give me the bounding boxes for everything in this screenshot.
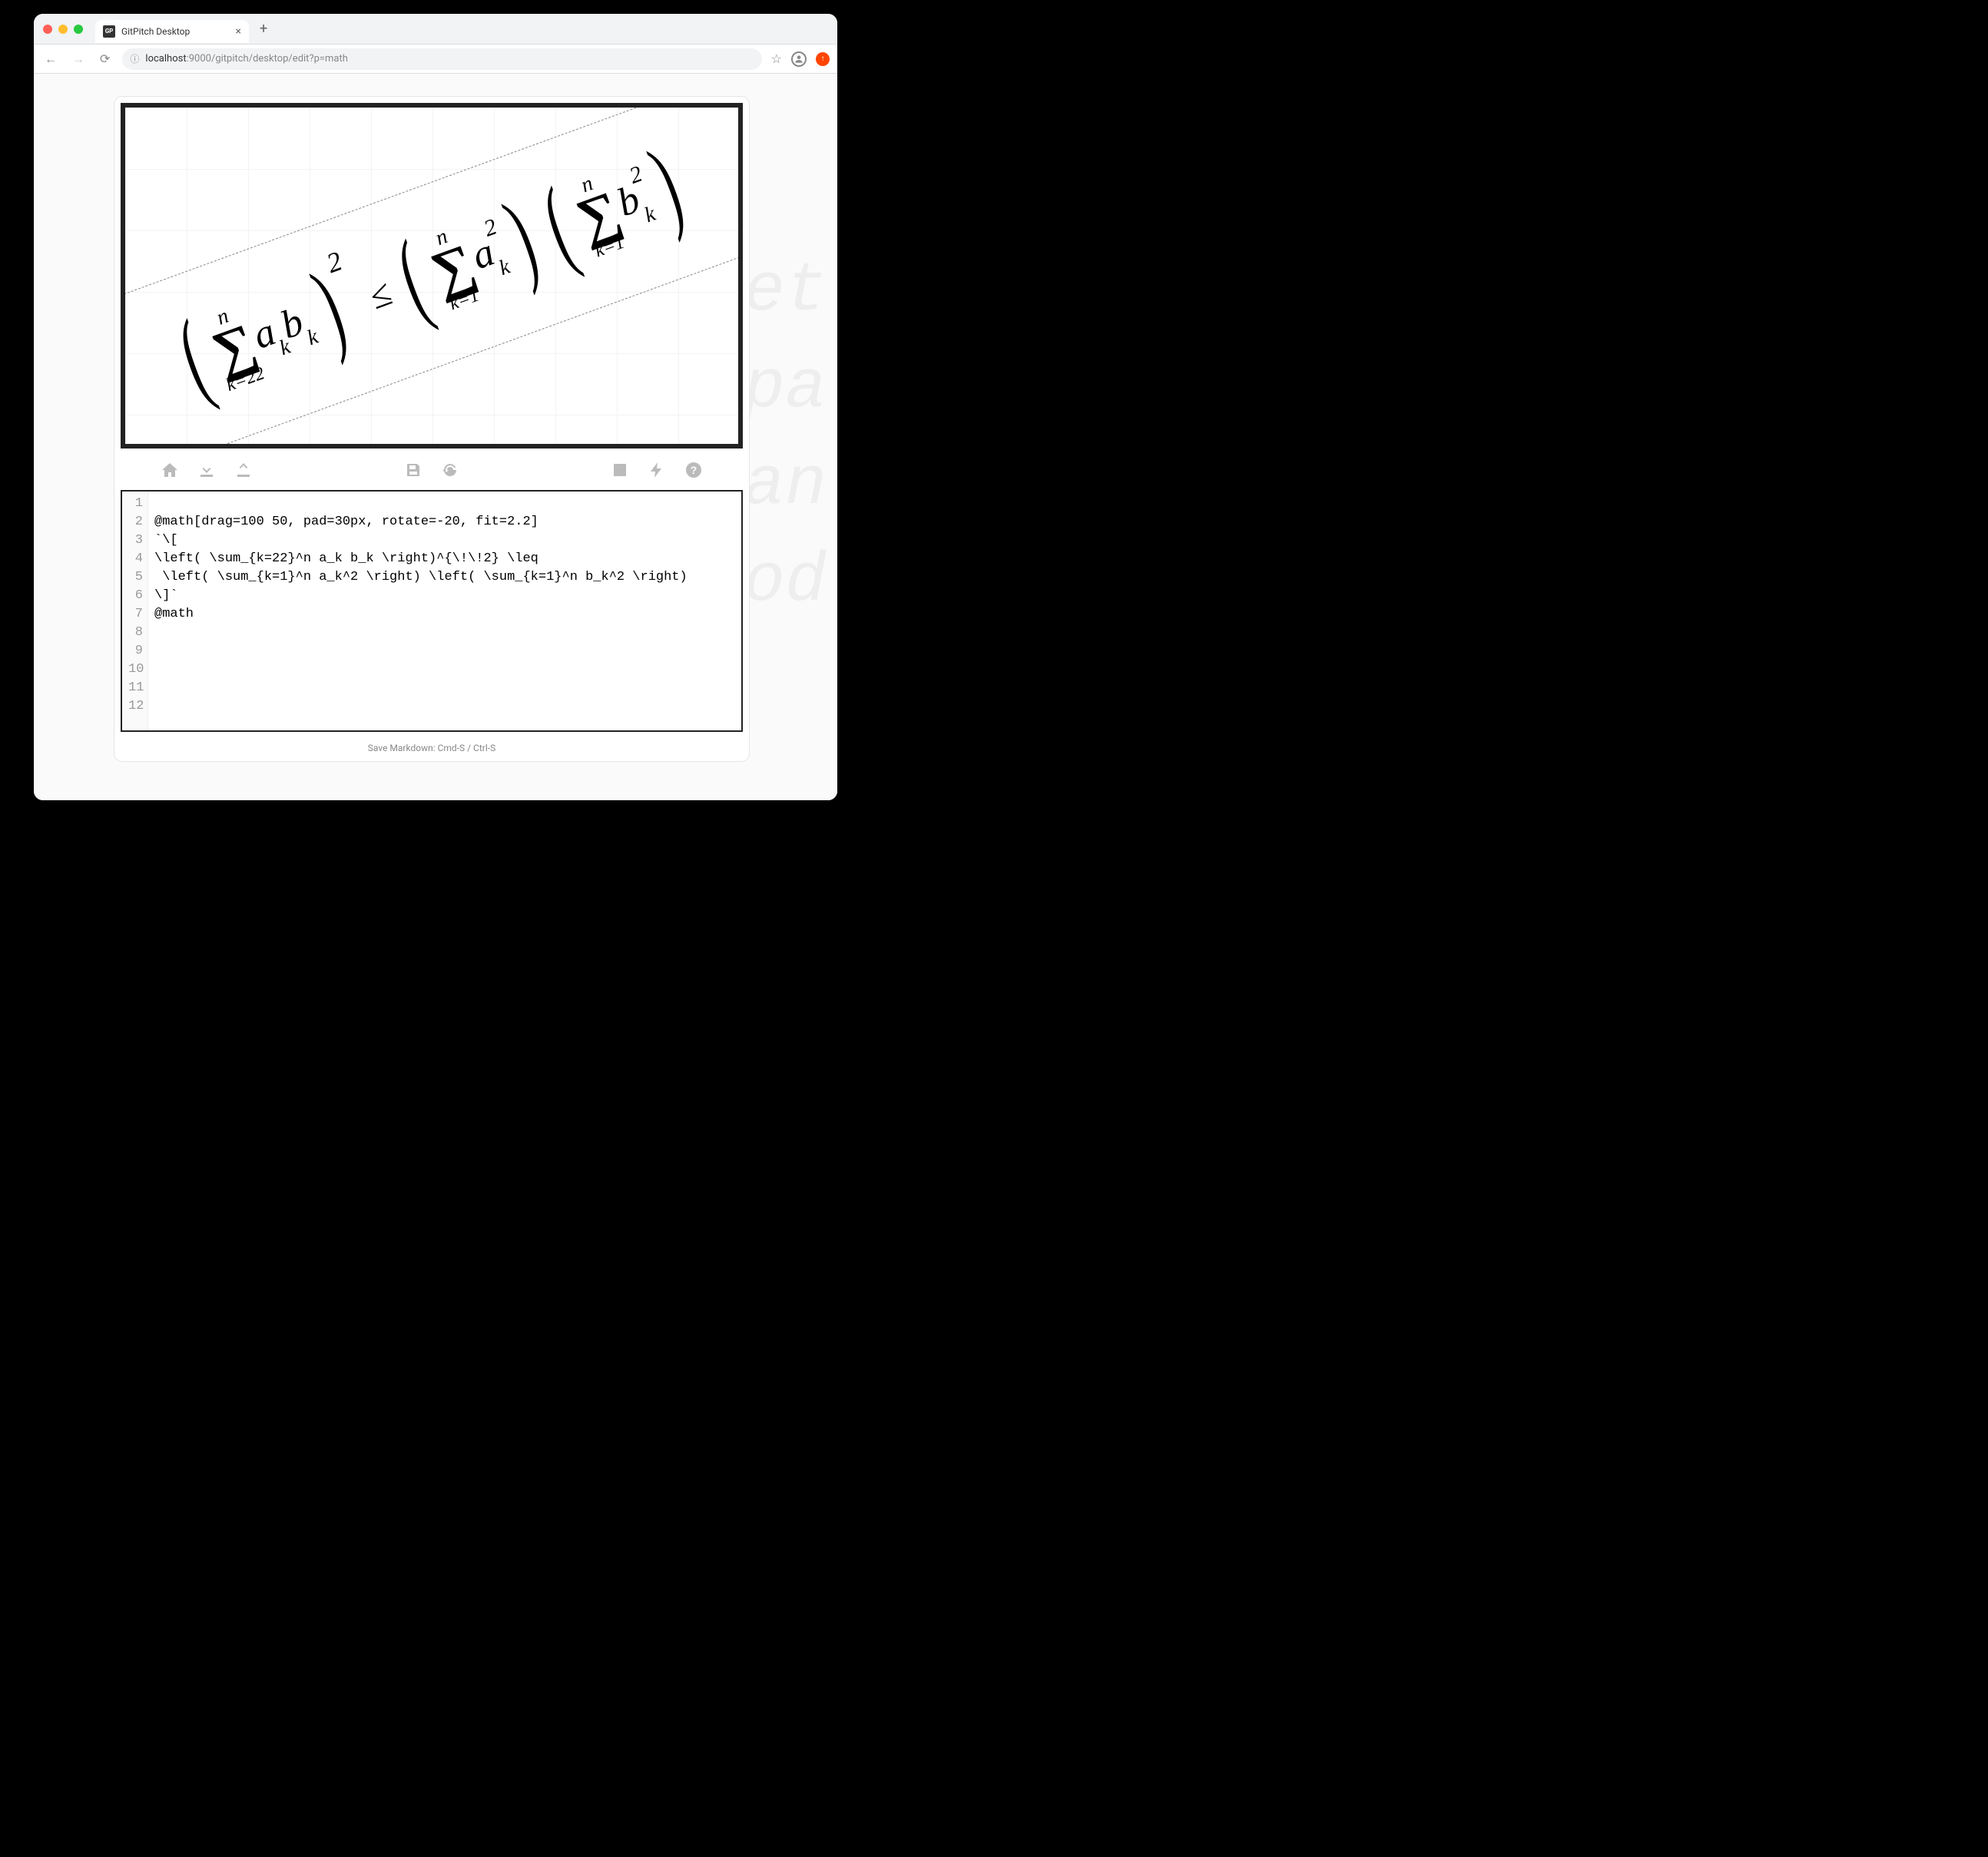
browser-tab-strip: GP GitPitch Desktop × + — [34, 14, 837, 45]
reload-button[interactable]: ⟳ — [97, 48, 113, 69]
background-code-snippet: et pa an od( — [744, 243, 837, 631]
code-content[interactable]: @math[drag=100 50, pad=30px, rotate=-20,… — [148, 492, 741, 730]
window-controls — [43, 25, 83, 34]
tab-title: GitPitch Desktop — [121, 26, 230, 37]
tab-favicon: GP — [103, 25, 115, 38]
minimize-window-button[interactable] — [58, 25, 68, 34]
star-icon[interactable]: ☆ — [771, 51, 782, 66]
download-icon[interactable] — [197, 461, 216, 479]
help-icon[interactable]: ? — [684, 461, 703, 479]
slide-preview[interactable]: ( n ∑ k=22 akbk ) 2 ≤ ( — [121, 103, 743, 449]
footer-hint: Save Markdown: Cmd-S / Ctrl-S — [114, 738, 749, 761]
bolt-icon[interactable] — [648, 461, 666, 479]
browser-toolbar: ← → ⟳ ⓘ localhost:9000/gitpitch/desktop/… — [34, 45, 837, 74]
editor-toolbar: ? — [114, 453, 749, 490]
url-text: localhost:9000/gitpitch/desktop/edit?p=m… — [145, 53, 347, 65]
extension-icon[interactable]: ↑ — [816, 52, 830, 66]
back-button[interactable]: ← — [41, 48, 60, 70]
page-content: et pa an od( ( n ∑ k=22 akb — [34, 74, 837, 800]
profile-icon[interactable] — [791, 51, 807, 67]
close-window-button[interactable] — [43, 25, 52, 34]
close-tab-icon[interactable]: × — [236, 25, 241, 38]
browser-tab[interactable]: GP GitPitch Desktop × — [95, 20, 249, 43]
editor-panel: ( n ∑ k=22 akbk ) 2 ≤ ( — [114, 97, 749, 761]
maximize-window-button[interactable] — [74, 25, 83, 34]
save-icon[interactable] — [404, 461, 422, 479]
refresh-icon[interactable] — [441, 461, 459, 479]
browser-actions: ☆ ↑ — [771, 51, 830, 67]
new-tab-button[interactable]: + — [255, 21, 272, 37]
home-icon[interactable] — [161, 461, 179, 479]
address-bar[interactable]: ⓘ localhost:9000/gitpitch/desktop/edit?p… — [122, 48, 761, 70]
upload-icon[interactable] — [234, 461, 253, 479]
line-number-gutter: 1 2 3 4 5 6 7 8 9 10 11 12 — [122, 492, 148, 730]
image-icon[interactable] — [611, 461, 629, 479]
code-editor[interactable]: 1 2 3 4 5 6 7 8 9 10 11 12 @math[drag=10… — [121, 490, 743, 732]
forward-button[interactable]: → — [69, 48, 88, 70]
svg-text:?: ? — [691, 464, 697, 476]
browser-window: GP GitPitch Desktop × + ← → ⟳ ⓘ localhos… — [34, 14, 837, 800]
site-info-icon[interactable]: ⓘ — [130, 52, 139, 65]
